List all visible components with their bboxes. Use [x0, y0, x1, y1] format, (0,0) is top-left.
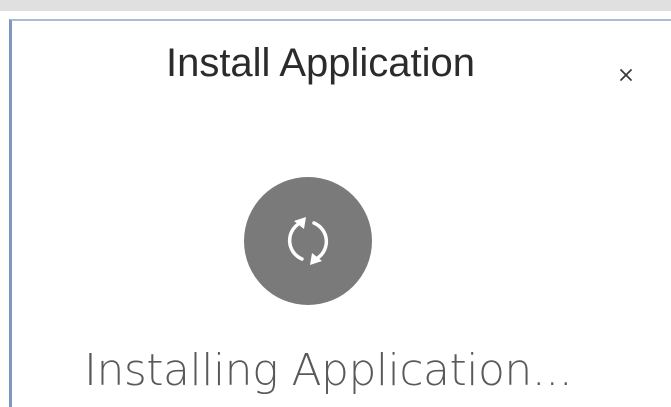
dialog-title: Install Application [165, 41, 476, 85]
sync-arrows-icon [287, 217, 329, 265]
progress-spinner [244, 177, 372, 305]
install-dialog: Install Application Installing Applicati… [9, 19, 671, 407]
close-button[interactable] [608, 57, 644, 93]
close-icon [620, 69, 632, 81]
installing-status-text: Installing Application... [84, 345, 573, 396]
background-strip [0, 0, 671, 11]
